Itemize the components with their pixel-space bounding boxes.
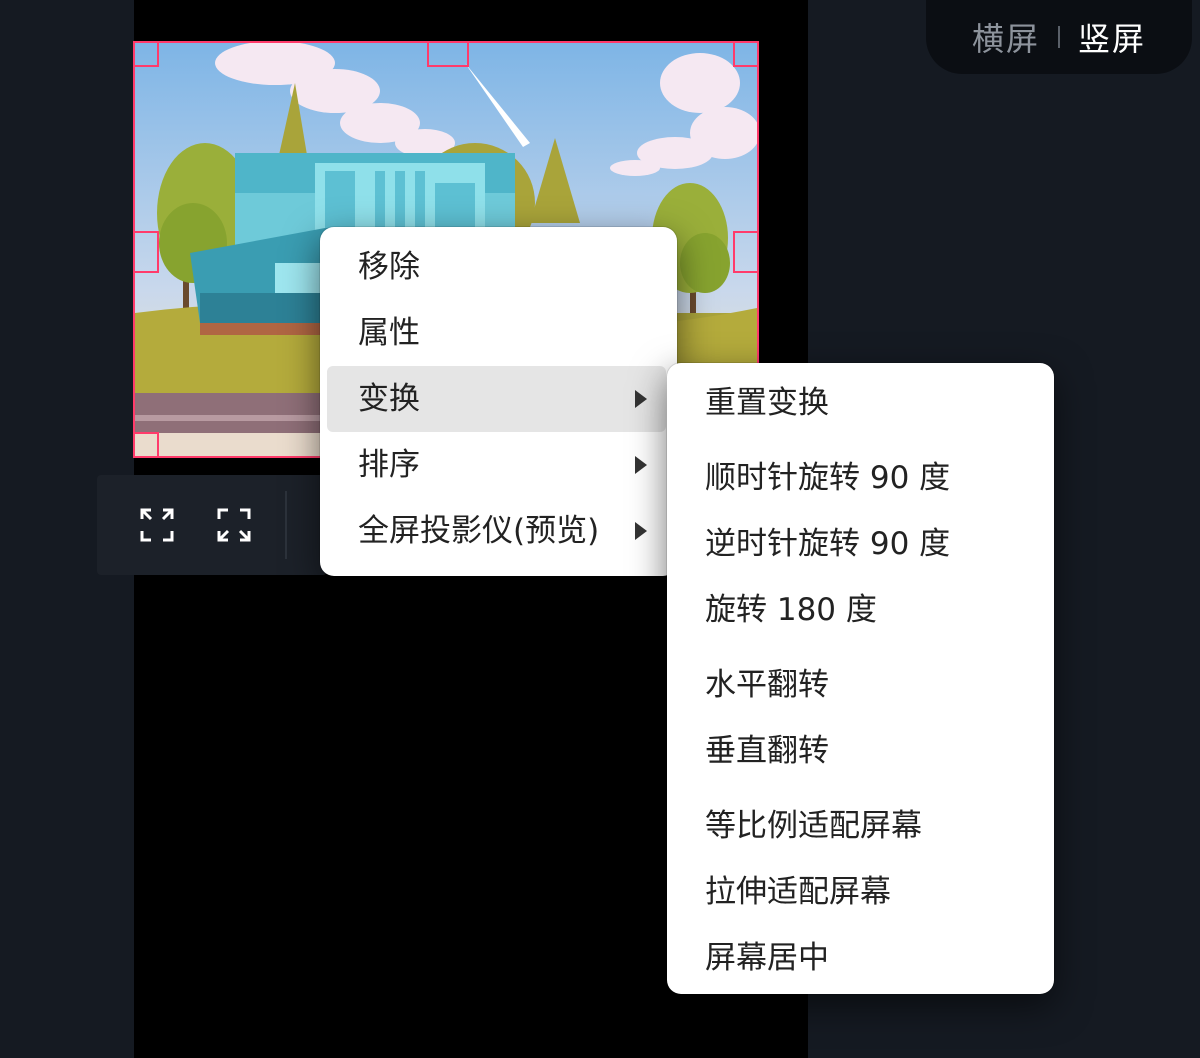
resize-handle-bottom-left[interactable] xyxy=(135,432,159,456)
resize-handle-top-middle[interactable] xyxy=(427,43,469,67)
menu-item-label: 排序 xyxy=(358,447,420,483)
menu-item-label: 屏幕居中 xyxy=(705,940,829,976)
submenu-item-fit-to-screen[interactable]: 等比例适配屏幕 xyxy=(667,793,1054,859)
menu-item-order[interactable]: 排序 xyxy=(320,432,677,498)
fullscreen-icon[interactable] xyxy=(217,508,251,542)
resize-handle-middle-left[interactable] xyxy=(135,231,159,273)
submenu-item-rotate-180[interactable]: 旋转 180 度 xyxy=(667,577,1054,643)
menu-item-label: 逆时针旋转 90 度 xyxy=(705,526,951,562)
menu-item-label: 垂直翻转 xyxy=(705,733,829,769)
submenu-item-flip-horizontal[interactable]: 水平翻转 xyxy=(667,652,1054,718)
menu-item-label: 旋转 180 度 xyxy=(705,592,877,628)
menu-item-transform[interactable]: 变换 xyxy=(327,366,666,432)
menu-item-label: 全屏投影仪(预览) xyxy=(358,513,600,549)
submenu-item-rotate-cw-90[interactable]: 顺时针旋转 90 度 xyxy=(667,445,1054,511)
menu-item-label: 水平翻转 xyxy=(705,667,829,703)
toggle-divider xyxy=(1058,26,1060,48)
landscape-option[interactable]: 横屏 xyxy=(972,14,1040,60)
app-window: 横屏 竖屏 移除 属性 变换 排序 全屏投影仪(预览) 重置变换 顺时针旋转 9… xyxy=(0,0,1200,1058)
toolbar-divider xyxy=(285,491,287,559)
submenu-item-rotate-ccw-90[interactable]: 逆时针旋转 90 度 xyxy=(667,511,1054,577)
context-menu: 移除 属性 变换 排序 全屏投影仪(预览) xyxy=(320,227,677,576)
menu-item-fullscreen-projector[interactable]: 全屏投影仪(预览) xyxy=(320,498,677,564)
menu-item-label: 变换 xyxy=(358,381,420,417)
orientation-toggle: 横屏 竖屏 xyxy=(926,0,1192,74)
menu-item-properties[interactable]: 属性 xyxy=(320,300,677,366)
menu-item-label: 等比例适配屏幕 xyxy=(705,808,922,844)
resize-handle-top-left[interactable] xyxy=(135,43,159,67)
submenu-item-reset-transform[interactable]: 重置变换 xyxy=(667,370,1054,436)
source-toolbar xyxy=(97,475,327,575)
resize-handle-middle-right[interactable] xyxy=(733,231,757,273)
submenu-arrow-icon xyxy=(635,522,647,540)
submenu-arrow-icon xyxy=(635,456,647,474)
menu-item-label: 移除 xyxy=(358,249,420,285)
menu-item-label: 顺时针旋转 90 度 xyxy=(705,460,951,496)
menu-item-label: 属性 xyxy=(358,315,420,351)
transform-submenu: 重置变换 顺时针旋转 90 度 逆时针旋转 90 度 旋转 180 度 水平翻转… xyxy=(667,363,1054,994)
submenu-arrow-icon xyxy=(635,390,647,408)
resize-handle-top-right[interactable] xyxy=(733,43,757,67)
menu-item-remove[interactable]: 移除 xyxy=(320,234,677,300)
portrait-option[interactable]: 竖屏 xyxy=(1078,14,1146,60)
submenu-item-center-on-screen[interactable]: 屏幕居中 xyxy=(667,925,1054,991)
menu-item-label: 重置变换 xyxy=(705,385,829,421)
submenu-item-stretch-to-screen[interactable]: 拉伸适配屏幕 xyxy=(667,859,1054,925)
menu-item-label: 拉伸适配屏幕 xyxy=(705,874,891,910)
submenu-item-flip-vertical[interactable]: 垂直翻转 xyxy=(667,718,1054,784)
expand-icon[interactable] xyxy=(140,508,174,542)
